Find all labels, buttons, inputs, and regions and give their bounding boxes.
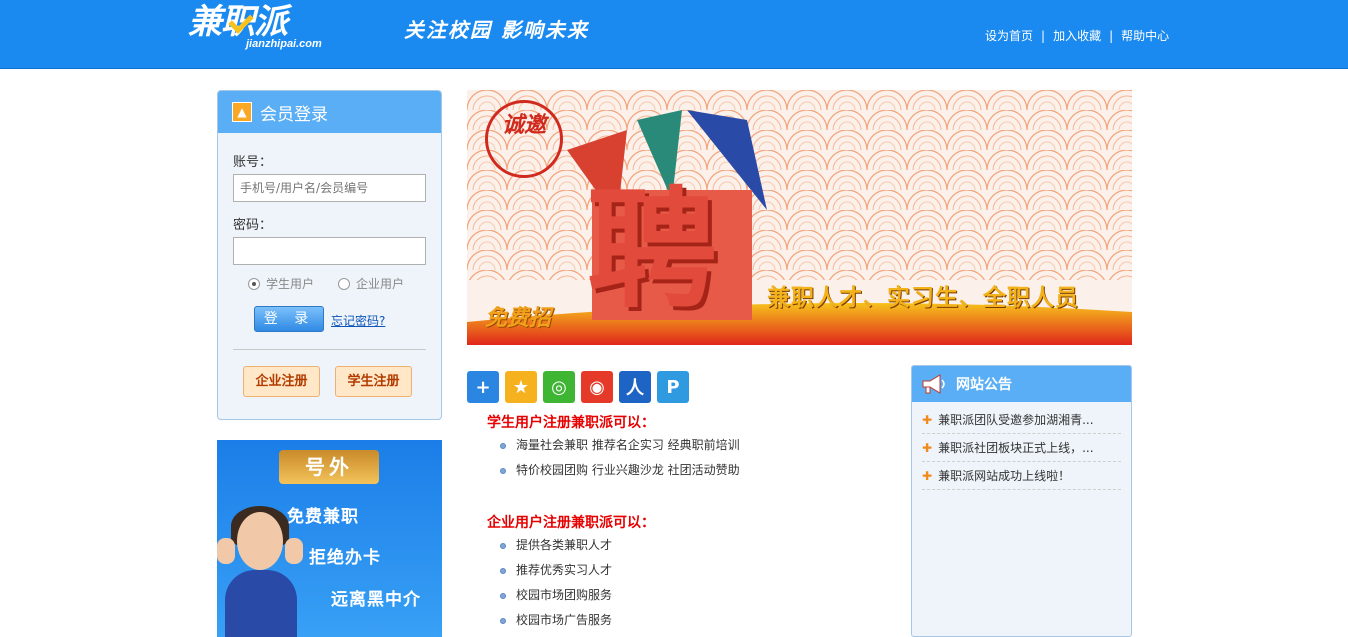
notice-item[interactable]: ✚ 兼职派社团板块正式上线，... (922, 434, 1121, 462)
login-button[interactable]: 登 录 (254, 306, 324, 332)
site-notice-panel: 网站公告 ✚ 兼职派团队受邀参加湖湘青... ✚ 兼职派社团板块正式上线，... ✚… (911, 365, 1132, 637)
list-item: 校园市场广告服务 (500, 608, 612, 633)
login-panel-header: ▲ 会员登录 (218, 91, 441, 133)
login-divider (233, 349, 426, 350)
student-register-button[interactable]: 学生注册 (335, 366, 412, 397)
link-separator: | (1109, 28, 1114, 43)
site-header: 兼职派 jianzhipai.com 关注校园 影响未来 设为首页 | 加入收藏… (0, 0, 1348, 69)
share-plus-icon[interactable]: + (467, 371, 499, 403)
ad-line-no-agency: 远离黑中介 (331, 590, 421, 610)
link-separator: | (1041, 28, 1046, 43)
company-user-radio[interactable] (338, 277, 351, 290)
company-register-button[interactable]: 企业注册 (243, 366, 320, 397)
student-user-radio[interactable] (248, 277, 260, 290)
bullet-icon (500, 617, 506, 624)
bullet-icon (500, 442, 506, 449)
notice-item[interactable]: ✚ 兼职派网站成功上线啦！ (922, 462, 1121, 490)
site-logo[interactable]: 兼职派 jianzhipai.com (188, 2, 348, 52)
account-label: 账号： (233, 155, 273, 170)
plus-icon: ✚ (922, 412, 933, 427)
ad-extra-tag: 号外 (279, 450, 379, 484)
company-benefits-list: 提供各类兼职人才 推荐优秀实习人才 校园市场团购服务 校园市场广告服务 (500, 533, 612, 633)
wechat-icon[interactable]: ◎ (543, 371, 575, 403)
password-input[interactable] (233, 237, 426, 265)
megaphone-icon (920, 373, 948, 395)
user-type-selector: 学生用户 企业用户 (248, 275, 428, 292)
side-ad-banner[interactable]: 号外 免费兼职 拒绝办卡 远离黑中介 (217, 440, 442, 637)
notice-item[interactable]: ✚ 兼职派团队受邀参加湖湘青... (922, 406, 1121, 434)
top-links: 设为首页 | 加入收藏 | 帮助中心 (985, 27, 1169, 44)
list-item: 特价校园团购 行业兴趣沙龙 社团活动赞助 (500, 458, 740, 483)
list-item: 海量社会兼职 推荐名企实习 经典职前培训 (500, 433, 740, 458)
student-benefit-text: 特价校园团购 行业兴趣沙龙 社团活动赞助 (516, 463, 740, 477)
add-favorite-link[interactable]: 加入收藏 (1053, 27, 1101, 44)
set-homepage-link[interactable]: 设为首页 (985, 27, 1033, 44)
student-benefits-list: 海量社会兼职 推荐名企实习 经典职前培训 特价校园团购 行业兴趣沙龙 社团活动赞… (500, 433, 740, 483)
ad-person-image (217, 506, 307, 637)
plus-icon: ✚ (922, 468, 933, 483)
share-toolbar: + ★ ◎ ◉ 人 P (467, 371, 695, 403)
company-benefit-text: 校园市场团购服务 (516, 588, 613, 602)
notice-list: ✚ 兼职派团队受邀参加湖湘青... ✚ 兼职派社团板块正式上线，... ✚ 兼职派网站… (912, 402, 1131, 490)
notice-item-text[interactable]: 兼职派社团板块正式上线，... (938, 434, 1093, 461)
company-benefit-text: 推荐优秀实习人才 (516, 563, 613, 577)
account-input[interactable] (233, 174, 426, 202)
plus-icon: ✚ (922, 440, 933, 455)
member-icon: ▲ (232, 102, 252, 122)
help-center-link[interactable]: 帮助中心 (1121, 27, 1169, 44)
student-benefit-text: 海量社会兼职 推荐名企实习 经典职前培训 (516, 438, 740, 452)
banner-seal: 诚邀 (485, 100, 563, 178)
list-item: 校园市场团购服务 (500, 583, 612, 608)
company-benefits-title: 企业用户注册兼职派可以： (487, 515, 655, 531)
tencent-weibo-icon[interactable]: P (657, 371, 689, 403)
banner-free-text: 免费招 (485, 306, 552, 331)
weibo-icon[interactable]: ◉ (581, 371, 613, 403)
password-label: 密码： (233, 218, 273, 233)
login-panel: ▲ 会员登录 账号： 密码： 学生用户 企业用户 登 录 忘记密码? 企业注册 … (217, 90, 442, 420)
notice-item-text[interactable]: 兼职派网站成功上线啦！ (938, 462, 1070, 489)
ad-line-no-card: 拒绝办卡 (309, 548, 381, 568)
recruit-banner[interactable]: 诚邀 聘 免费招 兼职人才、实习生、全职人员 (467, 90, 1132, 345)
banner-slogan: 兼职人才、实习生、全职人员 (767, 285, 1079, 311)
site-slogan: 关注校园 影响未来 (404, 18, 589, 42)
student-benefits-title: 学生用户注册兼职派可以： (487, 415, 655, 431)
notice-item-text[interactable]: 兼职派团队受邀参加湖湘青... (938, 406, 1093, 433)
logo-domain: jianzhipai.com (246, 38, 322, 50)
bullet-icon (500, 592, 506, 599)
student-user-label[interactable]: 学生用户 (266, 275, 314, 292)
banner-big-character: 聘 (587, 174, 718, 326)
company-benefit-text: 提供各类兼职人才 (516, 538, 613, 552)
qzone-icon[interactable]: ★ (505, 371, 537, 403)
notice-title: 网站公告 (956, 377, 1012, 393)
company-benefit-text: 校园市场广告服务 (516, 613, 613, 627)
company-user-label[interactable]: 企业用户 (356, 275, 404, 292)
renren-icon[interactable]: 人 (619, 371, 651, 403)
forgot-password-link[interactable]: 忘记密码? (331, 312, 385, 329)
list-item: 提供各类兼职人才 (500, 533, 612, 558)
login-title: 会员登录 (260, 104, 328, 125)
notice-header: 网站公告 (912, 366, 1131, 402)
list-item: 推荐优秀实习人才 (500, 558, 612, 583)
bullet-icon (500, 467, 506, 474)
bullet-icon (500, 567, 506, 574)
bullet-icon (500, 542, 506, 549)
